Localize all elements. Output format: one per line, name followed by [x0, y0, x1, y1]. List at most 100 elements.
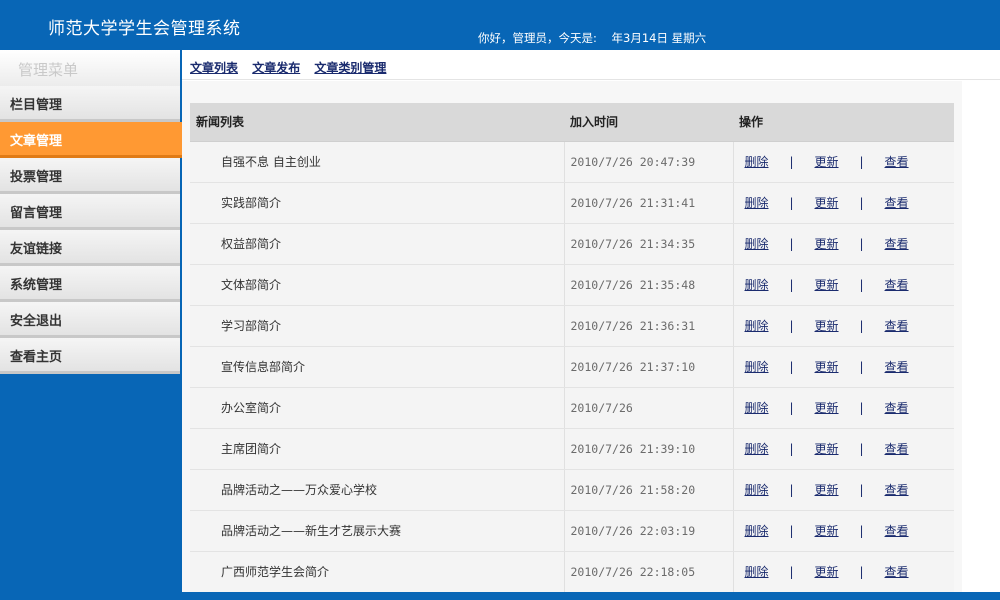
news-actions: 删除 | 更新 | 查看 [733, 469, 954, 511]
action-separator: | [789, 360, 794, 374]
action-separator: | [789, 401, 794, 415]
action-separator: | [789, 155, 794, 169]
news-title: 实践部简介 [190, 182, 565, 224]
tab-article-category[interactable]: 文章类别管理 [314, 61, 386, 75]
action-separator: | [859, 565, 864, 579]
date-text: 年3月14日 星期六 [611, 31, 707, 45]
delete-link[interactable]: 删除 [745, 483, 769, 497]
delete-link[interactable]: 删除 [745, 237, 769, 251]
update-link[interactable]: 更新 [815, 565, 839, 579]
news-title: 品牌活动之——新生才艺展示大赛 [190, 510, 565, 552]
view-link[interactable]: 查看 [885, 401, 909, 415]
news-title: 主席团简介 [190, 428, 565, 470]
table-row: 自强不息 自主创业 2010/7/26 20:47:39 删除 | 更新 | 查看 [190, 141, 954, 183]
news-title: 广西师范学生会简介 [190, 551, 565, 593]
table-row: 品牌活动之——新生才艺展示大赛 2010/7/26 22:03:19 删除 | 更新 | 查… [190, 510, 954, 552]
app-title: 师范大学学生会管理系统 [48, 19, 241, 39]
view-link[interactable]: 查看 [885, 319, 909, 333]
delete-link[interactable]: 删除 [745, 442, 769, 456]
table-row: 广西师范学生会简介 2010/7/26 22:18:05 删除 | 更新 | 查看 [190, 551, 954, 593]
news-time: 2010/7/26 22:18:05 [564, 551, 734, 593]
update-link[interactable]: 更新 [815, 483, 839, 497]
news-actions: 删除 | 更新 | 查看 [733, 551, 954, 593]
table-row: 学习部简介 2010/7/26 21:36:31 删除 | 更新 | 查看 [190, 305, 954, 347]
news-time: 2010/7/26 21:31:41 [564, 182, 734, 224]
news-table: 新闻列表 加入时间 操作 自强不息 自主创业 2010/7/26 20:47:39… [190, 103, 954, 593]
sidebar: 管理菜单 栏目管理 文章管理 投票管理 留言管理 友谊链接 系统管理 安全退出 查看主页 [0, 50, 182, 600]
table-row: 实践部简介 2010/7/26 21:31:41 删除 | 更新 | 查看 [190, 182, 954, 224]
header-actions: 操作 [733, 103, 954, 142]
news-actions: 删除 | 更新 | 查看 [733, 141, 954, 183]
update-link[interactable]: 更新 [815, 237, 839, 251]
news-title: 文体部简介 [190, 264, 565, 306]
sidebar-item[interactable]: 安全退出 [0, 302, 180, 338]
view-link[interactable]: 查看 [885, 196, 909, 210]
action-separator: | [789, 196, 794, 210]
delete-link[interactable]: 删除 [745, 524, 769, 538]
update-link[interactable]: 更新 [815, 196, 839, 210]
sidebar-item[interactable]: 文章管理 [0, 122, 182, 158]
update-link[interactable]: 更新 [815, 155, 839, 169]
news-title: 办公室简介 [190, 387, 565, 429]
action-separator: | [789, 319, 794, 333]
main-content: 文章列表 文章发布 文章类别管理 新闻列表 加入时间 操作 自强不息 自主创业 2… [182, 50, 1000, 593]
tab-article-list[interactable]: 文章列表 [190, 61, 238, 75]
header-news-list: 新闻列表 [190, 103, 564, 142]
news-time: 2010/7/26 21:34:35 [564, 223, 734, 265]
sidebar-item[interactable]: 栏目管理 [0, 86, 180, 122]
update-link[interactable]: 更新 [815, 442, 839, 456]
view-link[interactable]: 查看 [885, 524, 909, 538]
action-separator: | [859, 278, 864, 292]
news-time: 2010/7/26 21:37:10 [564, 346, 734, 388]
view-link[interactable]: 查看 [885, 278, 909, 292]
news-title: 品牌活动之——万众爱心学校 [190, 469, 565, 511]
view-link[interactable]: 查看 [885, 565, 909, 579]
update-link[interactable]: 更新 [815, 360, 839, 374]
delete-link[interactable]: 删除 [745, 319, 769, 333]
action-separator: | [859, 237, 864, 251]
tab-article-publish[interactable]: 文章发布 [252, 61, 300, 75]
header-added-time: 加入时间 [564, 103, 733, 142]
action-separator: | [789, 565, 794, 579]
news-table-body: 自强不息 自主创业 2010/7/26 20:47:39 删除 | 更新 | 查看 实践部简介… [190, 141, 954, 593]
view-link[interactable]: 查看 [885, 360, 909, 374]
update-link[interactable]: 更新 [815, 319, 839, 333]
action-separator: | [859, 483, 864, 497]
action-separator: | [789, 442, 794, 456]
news-actions: 删除 | 更新 | 查看 [733, 223, 954, 265]
action-separator: | [859, 401, 864, 415]
news-title: 自强不息 自主创业 [190, 141, 565, 183]
update-link[interactable]: 更新 [815, 401, 839, 415]
view-link[interactable]: 查看 [885, 442, 909, 456]
update-link[interactable]: 更新 [815, 278, 839, 292]
sidebar-item[interactable]: 投票管理 [0, 158, 180, 194]
bottom-bar [182, 592, 1000, 600]
delete-link[interactable]: 删除 [745, 360, 769, 374]
sidebar-item[interactable]: 友谊链接 [0, 230, 180, 266]
update-link[interactable]: 更新 [815, 524, 839, 538]
delete-link[interactable]: 删除 [745, 565, 769, 579]
menu-title: 管理菜单 [0, 50, 180, 86]
sidebar-item[interactable]: 留言管理 [0, 194, 180, 230]
action-separator: | [789, 237, 794, 251]
news-time: 2010/7/26 21:39:10 [564, 428, 734, 470]
content-area: 新闻列表 加入时间 操作 自强不息 自主创业 2010/7/26 20:47:39… [182, 81, 962, 593]
view-link[interactable]: 查看 [885, 483, 909, 497]
table-header-row: 新闻列表 加入时间 操作 [190, 103, 954, 142]
delete-link[interactable]: 删除 [745, 196, 769, 210]
table-row: 文体部简介 2010/7/26 21:35:48 删除 | 更新 | 查看 [190, 264, 954, 306]
action-separator: | [789, 483, 794, 497]
news-time: 2010/7/26 [564, 387, 734, 429]
table-row: 权益部简介 2010/7/26 21:34:35 删除 | 更新 | 查看 [190, 223, 954, 265]
delete-link[interactable]: 删除 [745, 278, 769, 292]
delete-link[interactable]: 删除 [745, 155, 769, 169]
view-link[interactable]: 查看 [885, 237, 909, 251]
menu-list: 栏目管理 文章管理 投票管理 留言管理 友谊链接 系统管理 安全退出 查看主页 [0, 86, 182, 374]
action-separator: | [789, 524, 794, 538]
table-row: 办公室简介 2010/7/26 删除 | 更新 | 查看 [190, 387, 954, 429]
sidebar-item[interactable]: 查看主页 [0, 338, 180, 374]
view-link[interactable]: 查看 [885, 155, 909, 169]
sidebar-item[interactable]: 系统管理 [0, 266, 180, 302]
delete-link[interactable]: 删除 [745, 401, 769, 415]
news-title: 宣传信息部简介 [190, 346, 565, 388]
